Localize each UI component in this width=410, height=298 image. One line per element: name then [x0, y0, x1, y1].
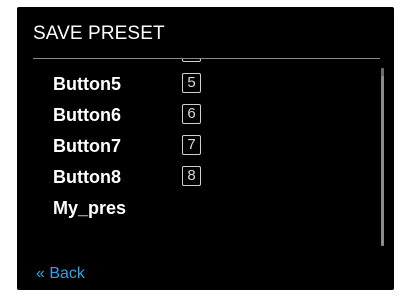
preset-list[interactable]: Button4 4 Button5 5 Button6 6 Button7 7 …: [17, 59, 394, 251]
dialog-title: SAVE PRESET: [33, 23, 165, 44]
preset-item[interactable]: My_pres: [53, 193, 353, 223]
save-preset-dialog: SAVE PRESET Button4 4 Button5 5 Button6 …: [17, 7, 394, 290]
hotkey-badge: 5: [182, 73, 201, 93]
preset-item-label: Button7: [53, 136, 121, 156]
scrollbar[interactable]: [381, 68, 384, 246]
preset-item[interactable]: Button8 8: [53, 162, 353, 192]
back-link[interactable]: « Back: [36, 264, 85, 284]
preset-item[interactable]: Button4 4: [53, 59, 353, 68]
hotkey-badge: 7: [182, 135, 201, 155]
hotkey-badge: 8: [182, 166, 201, 186]
preset-item-label: My_pres: [53, 198, 127, 218]
preset-item[interactable]: Button6 6: [53, 100, 353, 130]
preset-item[interactable]: Button5 5: [53, 69, 353, 99]
preset-item-label: Button5: [53, 74, 121, 94]
hotkey-badge: 4: [182, 59, 201, 62]
hotkey-badge: 6: [182, 104, 201, 124]
preset-item-label: Button6: [53, 105, 121, 125]
preset-item-label: Button4: [53, 59, 121, 68]
scrollbar-thumb[interactable]: [381, 76, 384, 246]
preset-item-label: Button8: [53, 167, 121, 187]
preset-item[interactable]: Button7 7: [53, 131, 353, 161]
